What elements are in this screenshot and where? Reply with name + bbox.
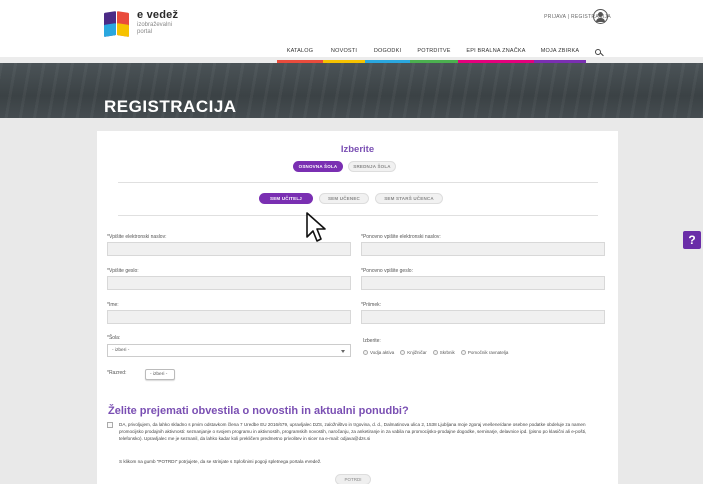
radio-icon [363,350,368,355]
logo-subtitle: izobraževalni portal [137,22,173,35]
email-label: *Vpišite elektronski naslov: [107,234,167,240]
password-field[interactable] [107,276,351,290]
divider [118,182,598,183]
registration-form: Izberite OSNOVNA ŠOLA SREDNJA ŠOLA SEM U… [97,131,618,484]
page-banner: REGISTRACIJA [0,63,703,118]
nav-item-label: MOJA ZBIRKA [540,48,580,54]
nav-item-katalog[interactable]: KATALOG [277,44,323,63]
school-select[interactable]: - izberi - [107,344,351,357]
class-select[interactable]: - izberi - [145,369,175,380]
surname-label: *Priimek: [361,302,382,308]
nav-item-novosti[interactable]: NOVOSTI [323,44,365,63]
mouse-cursor-icon [306,212,326,242]
option-label: Knjižničar [407,350,427,355]
nav-item-moja-zbirka[interactable]: MOJA ZBIRKA [534,44,586,63]
section-title: Izberite [340,144,375,155]
tab-osnovna-sola[interactable]: OSNOVNA ŠOLA [293,161,343,172]
password-repeat-label: *Ponovno vpišite geslo: [361,268,413,274]
logo[interactable]: e vedež izobraževalni portal [103,4,223,44]
nav-item-potrditve[interactable]: POTRDITVE [410,44,458,63]
search-icon[interactable] [586,44,612,63]
choose-label: Izberite: [363,338,381,344]
divider [118,215,598,216]
nav-item-dogodki[interactable]: DOGODKI [365,44,410,63]
nav-item-label: KATALOG [286,48,314,54]
submit-button[interactable]: POTRDI [335,474,371,484]
nav-item-label: POTRDITVE [417,48,451,54]
user-icon[interactable] [593,9,608,24]
option-skrbnik[interactable]: Skrbnik [432,350,455,355]
role-options: Vodja aktiva Knjižničar Skrbnik Pomočnik… [363,350,508,355]
name-field[interactable] [107,310,351,324]
radio-icon [460,350,466,355]
site-header: e vedež izobraževalni portal PRIJAVA | R… [0,0,703,63]
logo-title: e vedež [137,9,179,21]
radio-icon [432,350,438,355]
email-repeat-field[interactable] [361,242,605,256]
tab-srednja-sola[interactable]: SREDNJA ŠOLA [348,161,396,172]
nav-item-label: NOVOSTI [330,48,358,54]
school-select-value: - izberi - [112,348,130,353]
school-label: *Šola: [107,335,121,341]
main-nav: KATALOG NOVOSTI DOGODKI POTRDITVE EPI BR… [277,44,612,63]
help-button[interactable]: ? [683,231,701,249]
consent-checkbox[interactable] [107,422,113,428]
class-label: *Razred: [107,370,127,376]
tab-sem-ucenec[interactable]: SEM UČENEC [319,193,369,204]
nav-item-label: EPI BRALNA ZNAČKA [466,48,526,54]
chevron-down-icon [341,350,345,353]
option-label: Vodja aktiva [370,350,395,355]
option-pomocnik-ravnatelja[interactable]: Pomočnik ravnatelja [460,350,509,355]
radio-icon [400,350,406,355]
option-knjiznicar[interactable]: Knjižničar [400,350,427,355]
tab-sem-ucitelj[interactable]: SEM UČITELJ [259,193,313,204]
nav-item-label: DOGODKI [373,48,402,54]
page-title: REGISTRACIJA [104,97,237,116]
password-repeat-field[interactable] [361,276,605,290]
option-label: Pomočnik ravnatelja [467,350,509,355]
option-label: Skrbnik [439,350,455,355]
tab-sem-stars-ucenca[interactable]: SEM STARŠ UČENCA [375,193,443,204]
nav-item-epi-bralna-znacka[interactable]: EPI BRALNA ZNAČKA [458,44,534,63]
email-repeat-label: *Ponovno vpišite elektronski naslov: [361,234,441,240]
terms-text: S klikom na gumb "POTRDI" potrjujete, da… [119,459,322,464]
logo-book-icon [103,8,131,40]
name-label: *Ime: [107,302,119,308]
surname-field[interactable] [361,310,605,324]
option-vodja-aktiva[interactable]: Vodja aktiva [363,350,394,355]
password-label: *Vpišite geslo: [107,268,139,274]
consent-text: DA, privoljujem, da lahko skladno s prvi… [119,422,587,441]
newsletter-title: Želite prejemati obvestila o novostih in… [108,405,409,417]
